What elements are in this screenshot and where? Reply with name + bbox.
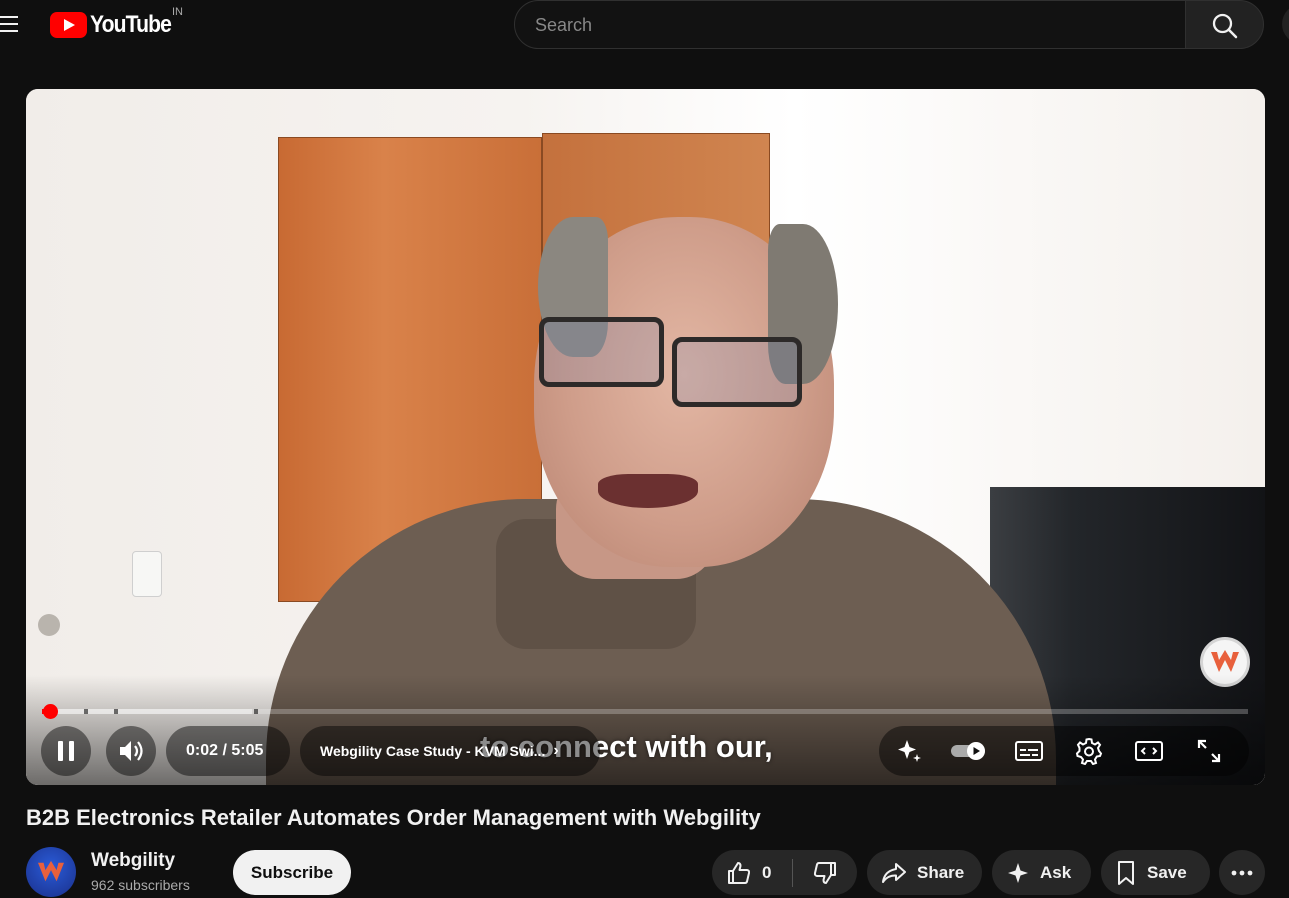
progress-bar[interactable] [42,704,1248,719]
miniplayer-button[interactable] [1119,726,1179,776]
masthead: YouTube IN [0,0,1289,56]
pause-button[interactable] [41,726,91,776]
search-icon [1212,13,1238,39]
fullscreen-button[interactable] [1179,726,1239,776]
sparkle-icon [1008,862,1028,883]
subscriber-count: 962 subscribers [91,877,190,893]
save-label: Save [1147,862,1187,882]
subscribe-button[interactable]: Subscribe [233,850,351,895]
chapter-title-button[interactable]: Webgility Case Study - KVM Swi... › [300,726,600,776]
share-button[interactable]: Share [867,850,982,895]
autoplay-toggle[interactable] [939,726,999,776]
ai-sparkle-button[interactable] [879,726,939,776]
ask-label: Ask [1040,862,1072,882]
more-actions-button[interactable] [1219,850,1265,895]
buffered-bar [42,709,252,714]
gear-icon [1075,737,1103,765]
share-icon [882,862,906,883]
video-player[interactable]: to connect with our, 0:02 / 5:05 Webgili… [26,89,1265,785]
dislike-button[interactable] [793,850,857,895]
ask-button[interactable]: Ask [992,850,1091,895]
voice-search-button[interactable] [1282,4,1289,44]
scrubber-handle[interactable] [43,704,58,719]
channel-name[interactable]: Webgility [91,850,175,872]
search-input[interactable] [535,13,1155,37]
volume-icon [120,741,143,761]
autoplay-toggle-icon [951,742,985,760]
thumbs-down-icon [813,861,836,884]
search-box [514,0,1186,49]
pause-icon [58,741,74,761]
video-title: B2B Electronics Retailer Automates Order… [26,805,761,830]
region-code: IN [172,6,183,18]
webgility-logo-icon [1211,650,1239,672]
share-label: Share [917,862,965,882]
menu-icon[interactable] [0,14,20,36]
right-controls [879,726,1249,776]
settings-button[interactable] [1059,726,1119,776]
like-count: 0 [762,862,772,882]
search-button[interactable] [1185,0,1264,49]
thumbs-up-icon [728,861,751,884]
volume-button[interactable] [106,726,156,776]
chevron-right-icon: › [553,742,559,759]
miniplayer-icon [1135,741,1163,761]
youtube-play-icon [50,12,87,38]
subtitles-button[interactable] [999,726,1059,776]
like-button[interactable]: 0 [712,850,792,895]
channel-avatar[interactable] [26,847,76,897]
sparkle-icon [898,740,921,762]
chapter-title: Webgility Case Study - KVM Swi... [320,743,546,759]
subtitles-icon [1015,741,1043,761]
bookmark-icon [1118,860,1134,885]
more-horizontal-icon [1231,870,1253,875]
logo-text: YouTube [90,11,172,38]
youtube-logo[interactable]: YouTube [50,10,182,40]
like-dislike-group: 0 [712,850,857,895]
save-button[interactable]: Save [1101,850,1210,895]
time-display: 0:02 / 5:05 [166,726,290,776]
fullscreen-icon [1197,739,1221,763]
webgility-logo-icon [38,860,64,882]
